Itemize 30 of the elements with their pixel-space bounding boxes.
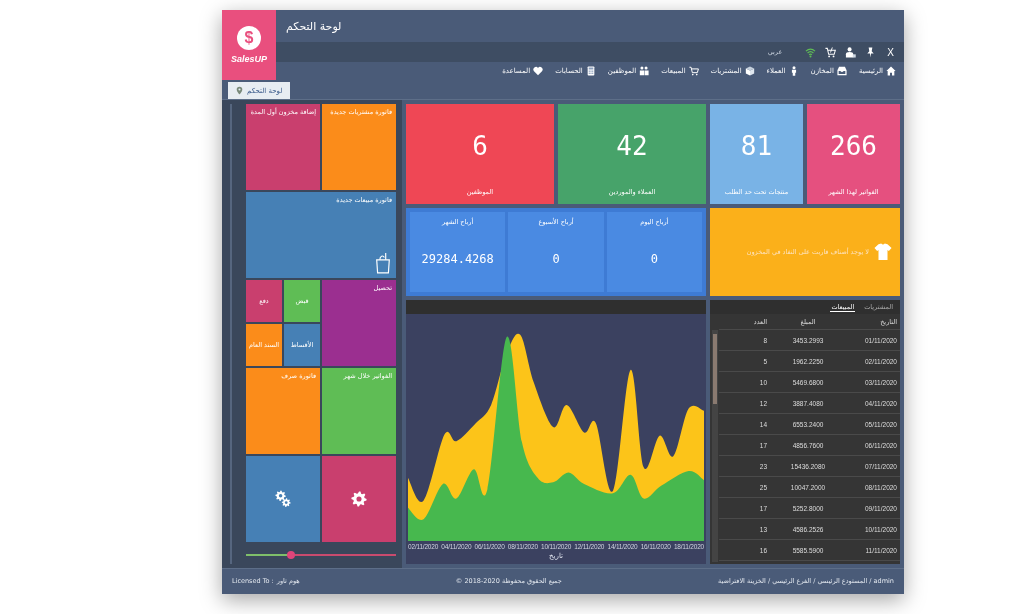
close-button[interactable]: X bbox=[885, 46, 896, 58]
user-icon[interactable] bbox=[845, 46, 857, 58]
stat-value: 81 bbox=[740, 131, 773, 161]
scrollbar[interactable] bbox=[712, 330, 718, 562]
cart-icon bbox=[688, 66, 699, 76]
shortcut-tile[interactable] bbox=[322, 456, 396, 542]
profit-value: 0 bbox=[552, 252, 560, 266]
logo-mark: $ bbox=[237, 26, 261, 50]
heart-icon bbox=[533, 66, 544, 76]
shopping-bag-icon bbox=[374, 252, 392, 274]
shirt-icon bbox=[874, 243, 892, 261]
cart-icon[interactable] bbox=[825, 46, 837, 58]
wifi-icon[interactable] bbox=[805, 46, 817, 58]
slider-handle[interactable] bbox=[287, 551, 295, 559]
logo-text: SalesUP bbox=[231, 54, 267, 64]
stat-value: 6 bbox=[472, 131, 488, 161]
profit-value: 0 bbox=[650, 252, 658, 266]
box-icon bbox=[744, 66, 755, 76]
gears-icon bbox=[275, 490, 291, 508]
people-icon bbox=[639, 66, 650, 76]
home-icon bbox=[886, 66, 896, 76]
stat-value: 266 bbox=[830, 131, 877, 161]
window-title: لوحة التحكم bbox=[286, 19, 342, 33]
map-pin-icon bbox=[236, 86, 243, 95]
shortcut-tile[interactable] bbox=[246, 456, 320, 542]
calculator-icon bbox=[585, 66, 596, 76]
tray-icon bbox=[836, 66, 847, 76]
stat-value: 42 bbox=[616, 131, 648, 161]
settings-icon bbox=[351, 491, 367, 507]
profit-value: 29284.4268 bbox=[421, 252, 494, 266]
